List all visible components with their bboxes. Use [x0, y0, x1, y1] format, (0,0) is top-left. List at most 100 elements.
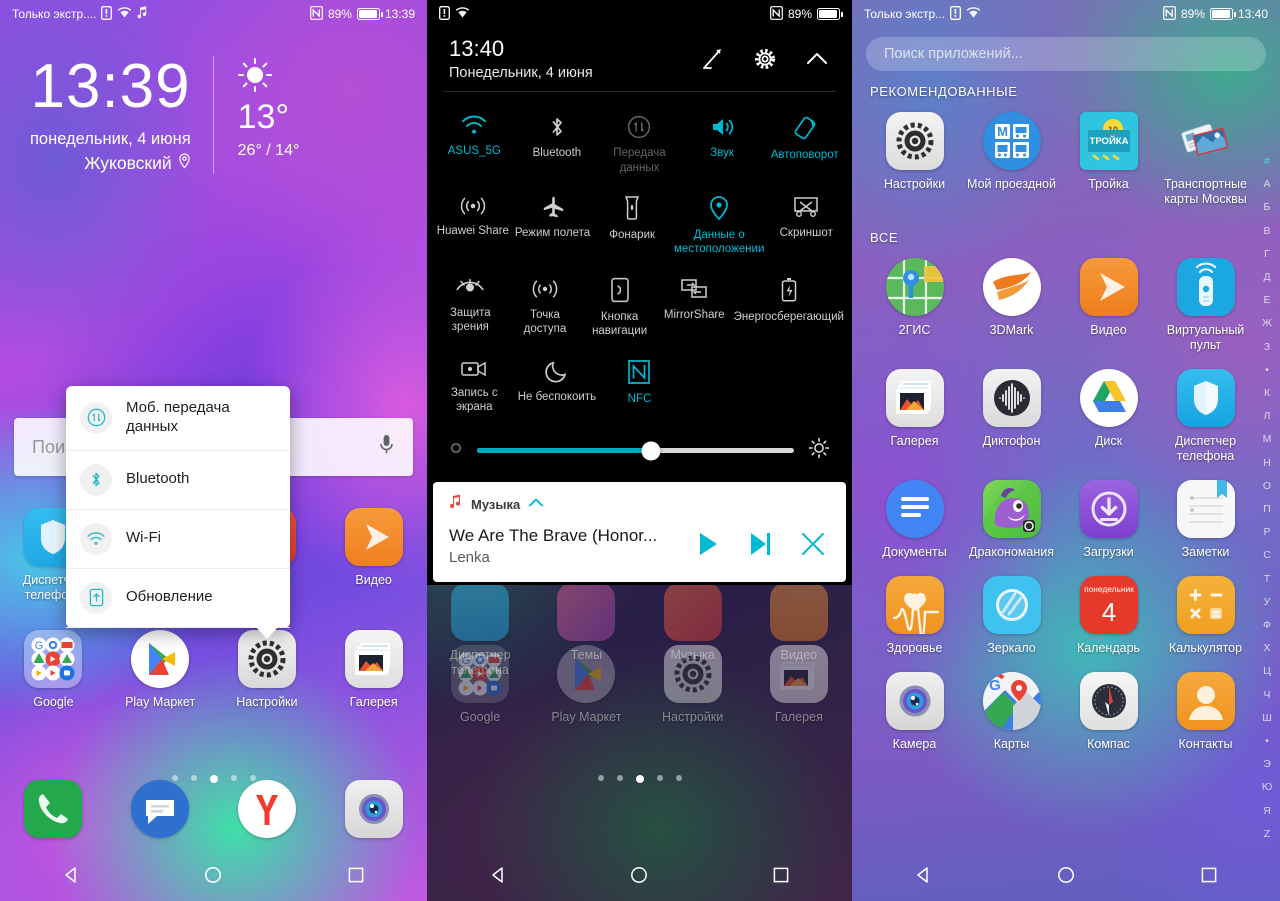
- tile-bluetooth[interactable]: Bluetooth: [516, 106, 599, 186]
- popup-item-bluetooth[interactable]: Bluetooth: [66, 451, 290, 510]
- tile-screenshot[interactable]: Скриншот: [766, 186, 846, 268]
- alphabet-index-letter[interactable]: Z: [1264, 823, 1270, 846]
- alphabet-index-letter[interactable]: Х: [1263, 637, 1270, 660]
- drawer-app-downloads[interactable]: Загрузки: [1060, 474, 1157, 570]
- dismiss-button[interactable]: [800, 531, 826, 562]
- alphabet-index-letter[interactable]: •: [1265, 730, 1269, 753]
- app-gallery[interactable]: Галерея: [320, 630, 427, 710]
- drawer-app-camera[interactable]: Камера: [866, 666, 963, 762]
- tile-airplane-mode[interactable]: Режим полета: [513, 186, 593, 268]
- alphabet-scroll-index[interactable]: # А Б В Г Д Е Ж З • К Л М Н О П Р С Т У Ф Х Ц Ч Ш • Э Ю Я Z: [1256, 150, 1278, 846]
- alphabet-index-letter[interactable]: О: [1263, 475, 1271, 498]
- alphabet-index-letter[interactable]: Э: [1263, 753, 1271, 776]
- popup-item-mobile-data[interactable]: Моб. передача данных: [66, 386, 290, 451]
- alphabet-index-letter[interactable]: К: [1264, 382, 1270, 405]
- alphabet-index-letter[interactable]: Б: [1264, 196, 1271, 219]
- alphabet-index-letter[interactable]: #: [1264, 150, 1270, 173]
- back-button[interactable]: [488, 865, 508, 885]
- alphabet-index-letter[interactable]: С: [1263, 544, 1271, 567]
- dock-app-phone[interactable]: [0, 780, 107, 838]
- app-settings[interactable]: Настройки: [214, 630, 321, 710]
- drawer-app-mirror[interactable]: Зеркало: [963, 570, 1060, 666]
- alphabet-index-letter[interactable]: Е: [1263, 289, 1270, 312]
- dock-app-camera[interactable]: [320, 780, 427, 838]
- drawer-app-3dmark[interactable]: 3DMark: [963, 252, 1060, 363]
- drawer-app-contacts[interactable]: Контакты: [1157, 666, 1254, 762]
- drawer-app-google-maps[interactable]: G Карты: [963, 666, 1060, 762]
- tile-screen-record[interactable]: Запись с экрана: [433, 350, 516, 426]
- alphabet-index-letter[interactable]: Я: [1263, 800, 1271, 823]
- drawer-app-health[interactable]: Здоровье: [866, 570, 963, 666]
- alphabet-index-letter[interactable]: Н: [1263, 452, 1271, 475]
- drawer-app-video[interactable]: Видео: [1060, 252, 1157, 363]
- app-play-store[interactable]: Play Маркет: [533, 645, 639, 725]
- play-button[interactable]: [696, 531, 720, 562]
- alphabet-index-letter[interactable]: Ч: [1264, 684, 1271, 707]
- alphabet-index-letter[interactable]: П: [1263, 498, 1271, 521]
- tile-do-not-disturb[interactable]: Не беспокоить: [516, 350, 599, 426]
- tile-nav-button[interactable]: Кнопка навигации: [582, 268, 657, 350]
- drawer-app-gallery[interactable]: Галерея: [866, 363, 963, 474]
- drawer-app-recorder[interactable]: Диктофон: [963, 363, 1060, 474]
- home-button[interactable]: [629, 865, 649, 885]
- tile-mobile-data[interactable]: Передача данных: [598, 106, 681, 186]
- tile-wifi[interactable]: ASUS_5G: [433, 106, 516, 186]
- alphabet-index-letter[interactable]: Г: [1264, 243, 1270, 266]
- edit-icon[interactable]: [700, 46, 726, 77]
- app-settings[interactable]: Настройки: [640, 645, 746, 725]
- recents-button[interactable]: [1199, 865, 1219, 885]
- dock-app-messages[interactable]: [107, 780, 214, 838]
- gear-icon[interactable]: [752, 46, 778, 77]
- app-gallery[interactable]: Галерея: [746, 645, 852, 725]
- drawer-app-calendar[interactable]: понедельник 4 Калькулятор Календарь: [1060, 570, 1157, 666]
- alphabet-index-letter[interactable]: А: [1263, 173, 1270, 196]
- clock-block[interactable]: 13:39 понедельник, 4 июня Жуковский: [30, 56, 214, 174]
- alphabet-index-letter[interactable]: Ш: [1262, 707, 1272, 730]
- chevron-up-icon[interactable]: [804, 46, 830, 77]
- tile-mirrorshare[interactable]: MirrorShare: [657, 268, 732, 350]
- clock-weather-widget[interactable]: 13:39 понедельник, 4 июня Жуковский 13° …: [0, 28, 427, 174]
- drawer-app-google-docs[interactable]: Документы: [866, 474, 963, 570]
- alphabet-index-letter[interactable]: М: [1263, 428, 1272, 451]
- next-track-button[interactable]: [748, 531, 772, 562]
- app-play-store[interactable]: Play Маркет: [107, 630, 214, 710]
- alphabet-index-letter[interactable]: •: [1265, 359, 1269, 382]
- alphabet-index-letter[interactable]: Ж: [1262, 312, 1272, 335]
- app-google-folder[interactable]: G Google: [0, 630, 107, 710]
- drawer-app-troika[interactable]: 10 ТРОЙКА Тройка: [1060, 106, 1157, 217]
- tile-flashlight[interactable]: Фонарик: [592, 186, 672, 268]
- drawer-app-google-drive[interactable]: Диск: [1060, 363, 1157, 474]
- drawer-app-transport-cards[interactable]: Транспортные карты Москвы: [1157, 106, 1254, 217]
- alphabet-index-letter[interactable]: Ц: [1263, 660, 1271, 683]
- chevron-up-icon[interactable]: [528, 495, 544, 513]
- back-button[interactable]: [913, 865, 933, 885]
- tile-location[interactable]: Данные о местоположении: [672, 186, 766, 268]
- back-button[interactable]: [61, 865, 81, 885]
- drawer-app-calculator[interactable]: Калькулятор: [1157, 570, 1254, 666]
- app-search-input[interactable]: Поиск приложений...: [866, 37, 1266, 71]
- alphabet-index-letter[interactable]: Ю: [1262, 776, 1273, 799]
- tile-autorotate[interactable]: Автоповорот: [763, 106, 846, 186]
- drawer-app-2gis[interactable]: 2ГИС: [866, 252, 963, 363]
- brightness-slider[interactable]: [477, 441, 794, 461]
- tile-nfc[interactable]: NFC: [598, 350, 681, 426]
- alphabet-index-letter[interactable]: В: [1263, 220, 1270, 243]
- alphabet-index-letter[interactable]: У: [1264, 591, 1271, 614]
- drawer-app-dragon-mania[interactable]: Дракономания: [963, 474, 1060, 570]
- drawer-app-compass[interactable]: Компас: [1060, 666, 1157, 762]
- alphabet-index-letter[interactable]: Ф: [1263, 614, 1271, 637]
- home-button[interactable]: [1056, 865, 1076, 885]
- drawer-app-settings[interactable]: Настройки: [866, 106, 963, 217]
- alphabet-index-letter[interactable]: Д: [1263, 266, 1270, 289]
- music-notification-card[interactable]: Музыка We Are The Brave (Honor... Lenka: [433, 482, 846, 583]
- alphabet-index-letter[interactable]: Р: [1263, 521, 1270, 544]
- alphabet-index-letter[interactable]: З: [1264, 336, 1270, 359]
- recents-button[interactable]: [346, 865, 366, 885]
- app-google-folder[interactable]: G Google: [427, 645, 533, 725]
- drawer-app-moy-proezdnoy[interactable]: M Мой проездной: [963, 106, 1060, 217]
- recents-button[interactable]: [771, 865, 791, 885]
- app-video[interactable]: Видео: [320, 508, 427, 603]
- popup-item-wifi[interactable]: Wi-Fi: [66, 510, 290, 569]
- tile-huawei-share[interactable]: Huawei Share: [433, 186, 513, 268]
- popup-item-update[interactable]: Обновление: [66, 569, 290, 628]
